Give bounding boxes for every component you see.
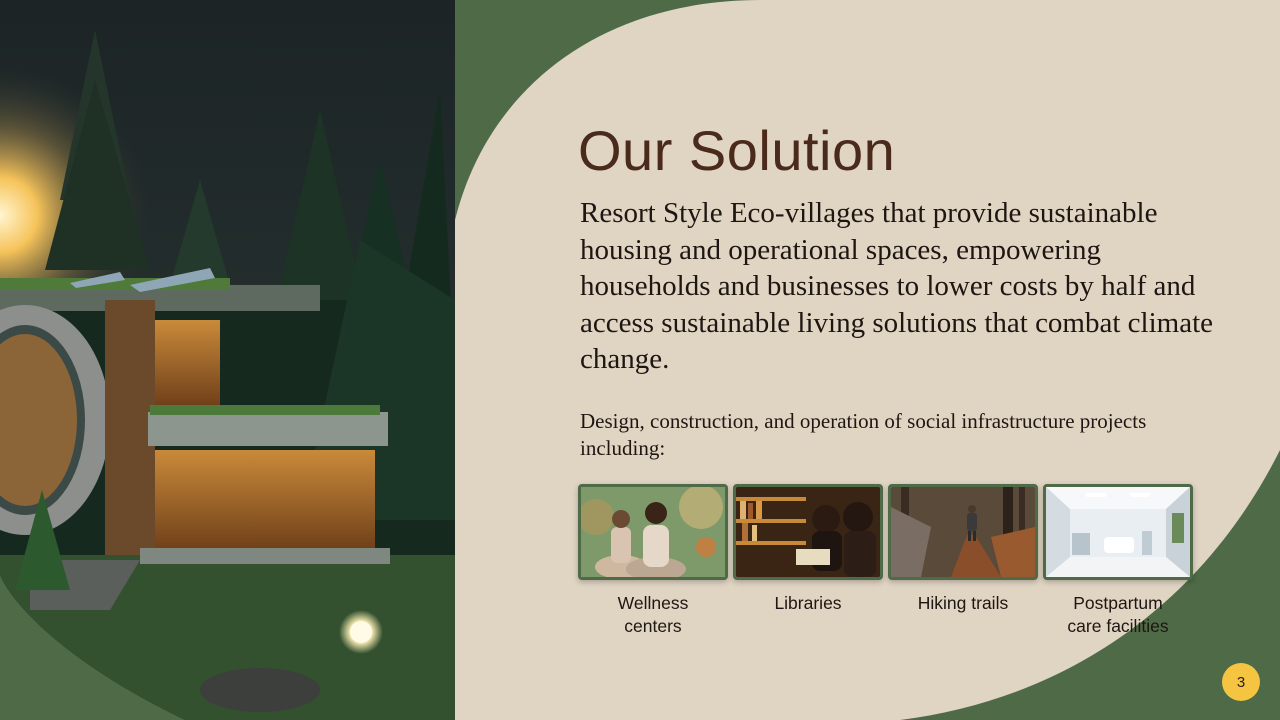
page-number-badge: 3 [1222,663,1260,701]
slide-canvas: Our Solution Resort Style Eco-villages t… [0,0,1280,720]
projects-intro: Design, construction, and operation of s… [580,409,1147,460]
solution-description: Resort Style Eco-villages that provide s… [580,197,1214,375]
wellness-centers-image [578,484,728,580]
hiking-trails-image [888,484,1038,580]
project-list: Wellness centers Libraries Hiking trails… [578,484,1198,644]
project-wellness-centers: Wellness centers [578,484,728,638]
libraries-image [733,484,883,580]
postpartum-care-image [1043,484,1193,580]
project-caption: Wellness centers [617,593,689,636]
project-postpartum-care: Postpartum care facilities [1043,484,1193,638]
project-caption: Libraries [774,593,842,613]
project-caption: Hiking trails [917,593,1009,613]
slide-title: Our Solution [578,119,896,182]
project-libraries: Libraries [733,484,883,615]
project-hiking-trails: Hiking trails [888,484,1038,615]
project-caption: Postpartum care facilities [1067,593,1169,636]
